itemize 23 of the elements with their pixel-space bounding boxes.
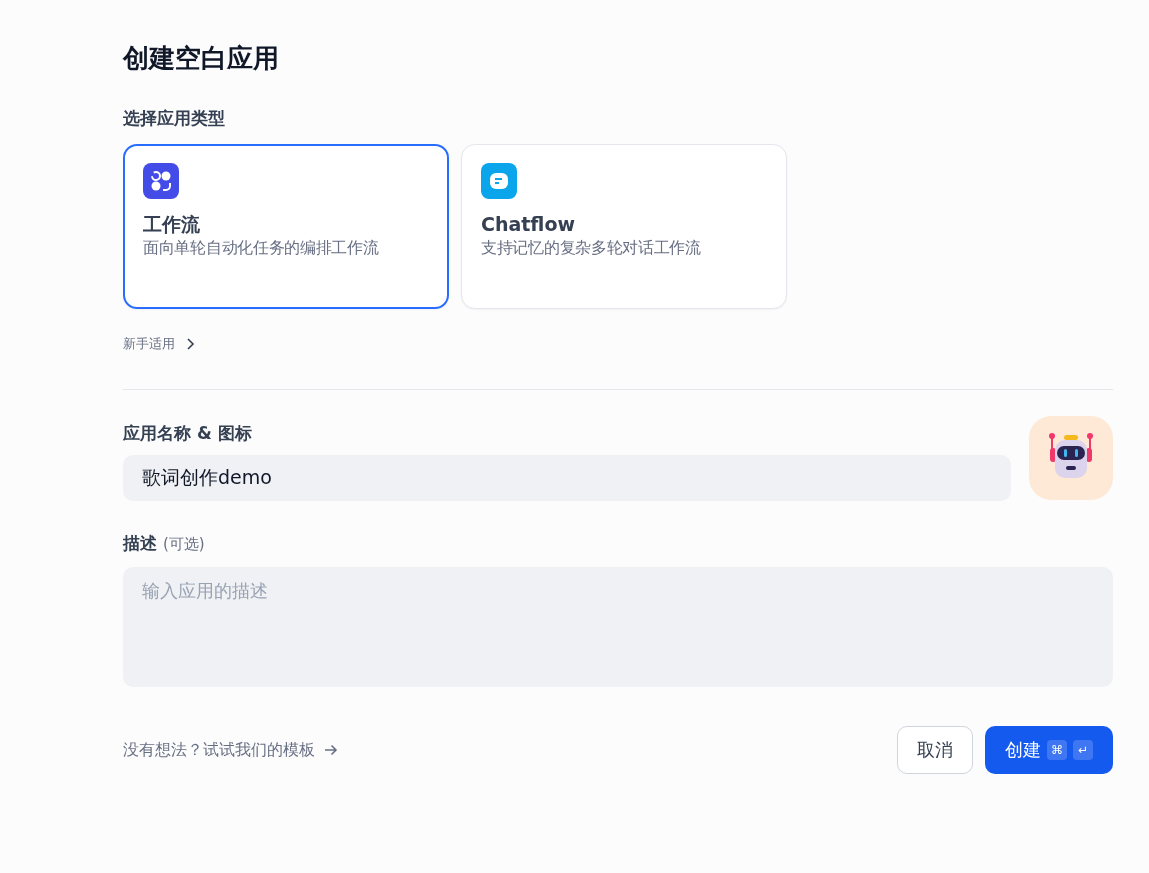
app-type-name: 工作流 [143, 212, 201, 236]
app-type-name: Chatflow [481, 212, 577, 236]
section-label: 选择应用类型 [123, 107, 226, 130]
app-icon-picker[interactable] [1029, 416, 1113, 500]
field-label: 描述 [123, 532, 157, 555]
app-type-description: 支持记忆的复杂多轮对话工作流 [481, 237, 702, 259]
workflow-icon [143, 163, 179, 199]
beginner-link[interactable]: 新手适用 [123, 335, 197, 353]
description-input[interactable]: 输入应用的描述 [123, 567, 1113, 687]
app-name-input[interactable]: 歌词创作demo [123, 455, 1011, 501]
shortcut-key: ↵ [1073, 740, 1093, 760]
shortcut-key: ⌘ [1047, 740, 1067, 760]
arrow-right-icon [323, 742, 339, 758]
field-label: 应用名称 & 图标 [123, 422, 253, 445]
optional-hint: (可选) [163, 535, 205, 554]
app-type-card[interactable]: 工作流 面向单轮自动化任务的编排工作流 [123, 144, 449, 309]
cancel-button[interactable]: 取消 [897, 726, 973, 774]
page-title: 创建空白应用 [123, 42, 280, 75]
app-type-description: 面向单轮自动化任务的编排工作流 [143, 237, 380, 259]
create-button[interactable]: 创建 ⌘ ↵ [985, 726, 1113, 774]
template-link[interactable]: 没有想法？试试我们的模板 [123, 739, 897, 761]
chatflow-icon [481, 163, 517, 199]
app-type-card[interactable]: Chatflow 支持记忆的复杂多轮对话工作流 [461, 144, 787, 309]
